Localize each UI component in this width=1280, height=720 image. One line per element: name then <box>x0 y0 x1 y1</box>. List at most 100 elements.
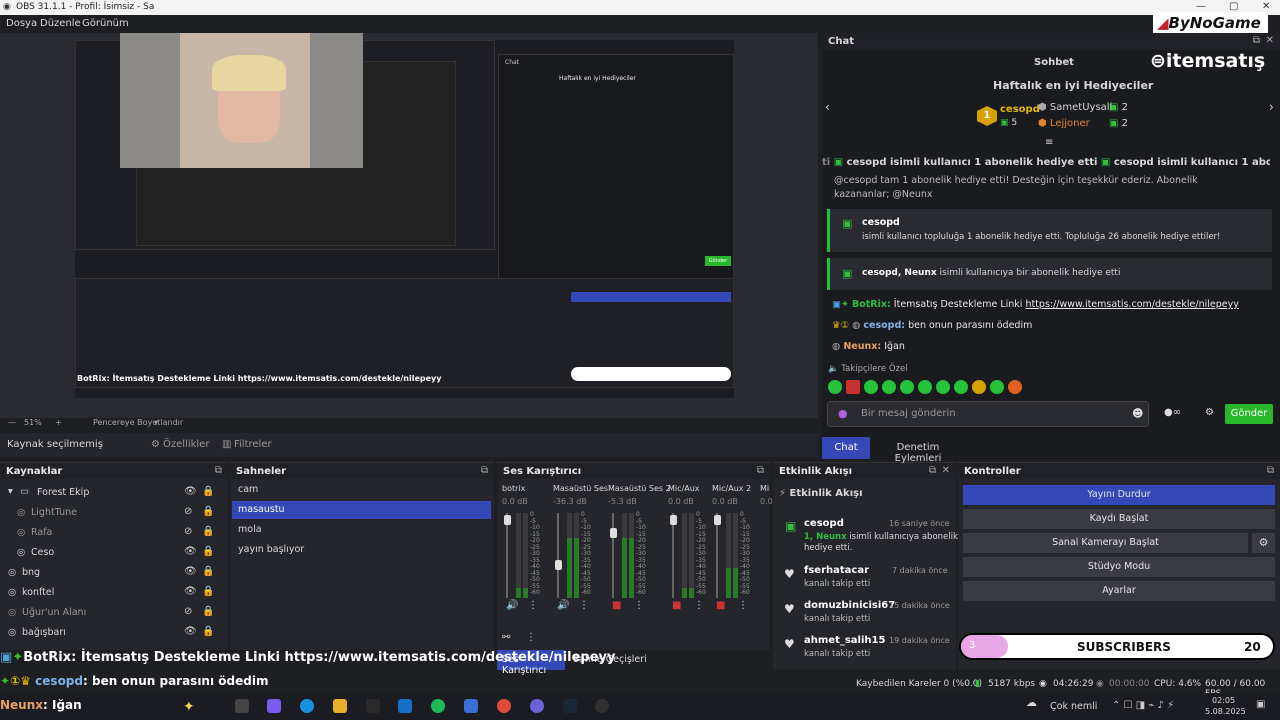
scene-item[interactable]: mola <box>232 521 491 539</box>
chat-input[interactable]: ● Bir mesaj gönderin ☻ <box>827 401 1149 427</box>
store-icon[interactable] <box>366 699 380 713</box>
gear-icon[interactable]: ⚙ <box>1205 407 1214 418</box>
close-icon[interactable]: ✕ <box>942 465 950 476</box>
taskview-icon[interactable] <box>235 699 249 713</box>
maximize-icon[interactable]: ▢ <box>1229 1 1238 12</box>
channel-menu-icon[interactable]: ⋮ <box>634 600 644 611</box>
zoom-minus-icon[interactable]: — <box>8 418 16 427</box>
lock-icon[interactable]: 🔒 <box>202 626 214 637</box>
emote-icon[interactable] <box>1008 380 1022 394</box>
speaker-icon[interactable]: 🔊 <box>557 600 569 611</box>
dock-menu-icon[interactable]: ⧉ <box>1267 465 1274 476</box>
mixer-link-icon[interactable]: ⚯ <box>502 632 510 643</box>
preview-area[interactable]: Chat Haftalık en iyi Hediyeciler Gönder … <box>0 33 818 418</box>
volume-knob[interactable] <box>504 515 511 525</box>
mic-icon[interactable]: ● <box>838 407 848 420</box>
scene-item[interactable]: yayın başlıyor <box>232 541 491 559</box>
volume-slider[interactable] <box>506 513 508 598</box>
channel-menu-icon[interactable]: ⋮ <box>694 600 704 611</box>
scene-item[interactable]: cam <box>232 481 491 499</box>
close-icon[interactable]: ✕ <box>1266 35 1274 46</box>
eye-off-icon[interactable]: ⊘ <box>184 506 192 517</box>
eye-icon[interactable]: 👁 <box>184 586 197 597</box>
spotify-icon[interactable] <box>431 699 445 713</box>
notification-icon[interactable]: ▣ <box>1256 699 1265 710</box>
source-item[interactable]: ◎ Rafa ⊘ 🔒 <box>0 523 228 543</box>
mixer-menu-icon[interactable]: ⋮ <box>526 632 536 643</box>
emote-icon[interactable] <box>882 380 896 394</box>
chevron-down-icon[interactable]: ▾ <box>154 418 158 427</box>
menu-view[interactable]: Görünüm <box>82 18 129 29</box>
tray-icons[interactable]: ⌃ ☐ ◨ ⌁ ♪ ⚡ <box>1112 700 1174 711</box>
menu-edit[interactable]: Düzenle <box>40 18 81 29</box>
eye-icon[interactable]: 👁 <box>184 566 197 577</box>
source-item[interactable]: ◎ bng 👁 🔒 <box>0 563 228 583</box>
channel-menu-icon[interactable]: ⋮ <box>579 600 589 611</box>
app-icon[interactable] <box>267 699 281 713</box>
eye-off-icon[interactable]: ⊘ <box>184 606 192 617</box>
emote-icon[interactable] <box>918 380 932 394</box>
speaker-icon[interactable]: 🔊 <box>506 600 518 611</box>
dock-menu-icon[interactable]: ⧉ <box>481 465 488 476</box>
emote-icon[interactable] <box>864 380 878 394</box>
emote-icon[interactable] <box>936 380 950 394</box>
dock-menu-icon[interactable]: ⧉ <box>215 465 222 476</box>
emote-icon[interactable] <box>972 380 986 394</box>
mute-icon[interactable]: ■ <box>672 600 681 611</box>
volume-knob[interactable] <box>670 515 677 525</box>
minimize-icon[interactable]: — <box>1196 1 1206 12</box>
channel-menu-icon[interactable]: ⋮ <box>528 600 538 611</box>
studio-mode-button[interactable]: Stüdyo Modu <box>963 557 1275 577</box>
volume-slider[interactable] <box>672 513 674 598</box>
emoji-icon[interactable]: ☻ <box>1132 407 1143 420</box>
discord-icon[interactable] <box>530 699 544 713</box>
mute-icon[interactable]: ■ <box>716 600 725 611</box>
source-item[interactable]: ◎ LightTune ⊘ 🔒 <box>0 503 228 523</box>
filters-button[interactable]: Filtreler <box>234 439 272 450</box>
properties-button[interactable]: Özellikler <box>163 439 209 450</box>
emote-icon[interactable] <box>954 380 968 394</box>
volume-knob[interactable] <box>610 528 617 538</box>
outlook-icon[interactable] <box>398 699 412 713</box>
source-item[interactable]: ◎ bağışbarı 👁 🔒 <box>0 623 228 643</box>
tab-chat[interactable]: Chat <box>822 437 870 459</box>
lock-icon[interactable]: 🔒 <box>202 566 214 577</box>
eye-icon[interactable]: 👁 <box>184 626 197 637</box>
copilot-sparkle-icon[interactable]: ✦ <box>183 699 197 715</box>
emote-icon[interactable] <box>990 380 1004 394</box>
stop-streaming-button[interactable]: Yayını Durdur <box>963 485 1275 505</box>
mute-icon[interactable]: ■ <box>612 600 621 611</box>
support-link[interactable]: https://www.itemsatis.com/destekle/nilep… <box>1025 299 1238 310</box>
lock-icon[interactable]: 🔒 <box>202 526 214 537</box>
volume-knob[interactable] <box>555 560 562 570</box>
source-item[interactable]: ◎ Uğur'un Alanı ⊘ 🔒 <box>0 603 228 623</box>
settings-button[interactable]: Ayarlar <box>963 581 1275 601</box>
volume-slider[interactable] <box>716 513 718 598</box>
app-icon[interactable] <box>464 699 478 713</box>
gear-icon[interactable]: ⚙ <box>1252 533 1275 553</box>
tab-moderation[interactable]: Denetim Eylemleri <box>873 437 963 464</box>
emote-icon[interactable] <box>828 380 842 394</box>
channel-menu-icon[interactable]: ⋮ <box>738 600 748 611</box>
edge-icon[interactable] <box>300 699 314 713</box>
emote-icon[interactable] <box>900 380 914 394</box>
start-virtual-camera-button[interactable]: Sanal Kamerayı Başlat <box>963 533 1248 553</box>
preview-scaling[interactable]: Pencereye Boyutlandır <box>93 418 183 427</box>
close-icon[interactable]: ✕ <box>1262 1 1270 12</box>
dock-menu-icon[interactable]: ⧉ <box>929 465 936 476</box>
eye-off-icon[interactable]: ⊘ <box>184 526 192 537</box>
folder-icon[interactable] <box>333 699 347 713</box>
eye-icon[interactable]: 👁 <box>184 486 197 497</box>
lock-icon[interactable]: 🔒 <box>202 546 214 557</box>
steam-icon[interactable] <box>563 699 577 713</box>
obs-icon[interactable] <box>595 699 609 713</box>
menu-file[interactable]: Dosya <box>6 18 37 29</box>
source-item[interactable]: ◎ Ceso 👁 🔒 <box>0 543 228 563</box>
eye-icon[interactable]: 👁 <box>184 546 197 557</box>
send-button[interactable]: Gönder <box>1225 404 1273 424</box>
start-recording-button[interactable]: Kaydı Başlat <box>963 509 1275 529</box>
source-item[interactable]: ▾ ▭ Forest Ekip 👁 🔒 <box>0 483 228 503</box>
emote-icon[interactable] <box>846 380 860 394</box>
lock-icon[interactable]: 🔒 <box>202 586 214 597</box>
dock-menu-icon[interactable]: ⧉ <box>1253 35 1260 46</box>
